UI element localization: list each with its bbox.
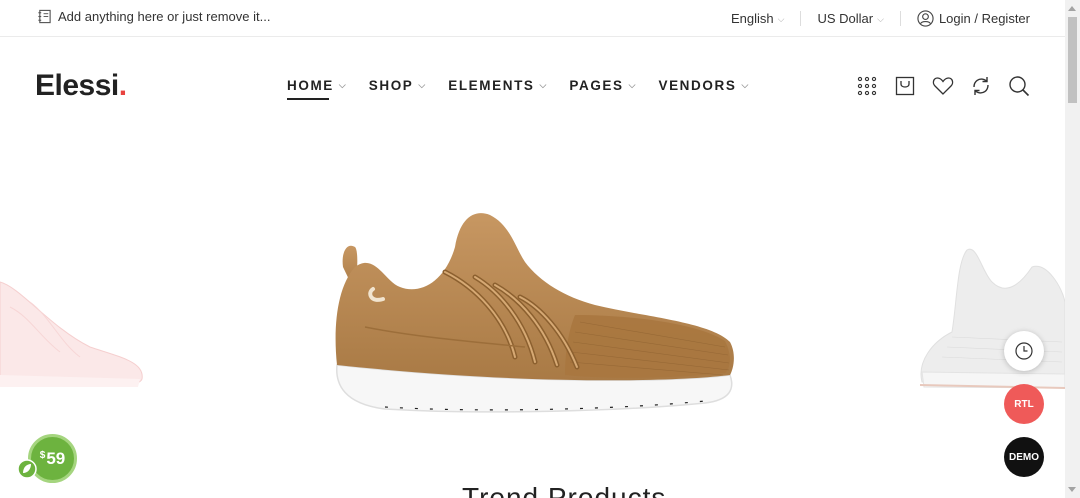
main-header: Elessi. HOME ⌵ SHOP ⌵ ELEMENTS ⌵ PAGES ⌵… (0, 37, 1065, 137)
notebook-icon (38, 9, 51, 24)
section-title: Trend Products (462, 482, 667, 498)
nav-label: SHOP (368, 78, 414, 93)
cart-icon[interactable] (894, 75, 916, 97)
nav-item-home[interactable]: HOME ⌵ (287, 78, 346, 100)
leaf-icon (17, 459, 37, 479)
product-image-left[interactable] (0, 257, 150, 397)
nav-item-pages[interactable]: PAGES ⌵ (569, 78, 635, 93)
demo-button[interactable]: DEMO (1004, 437, 1044, 477)
search-icon[interactable] (1008, 75, 1030, 97)
demo-label: DEMO (1009, 451, 1039, 463)
chevron-down-icon: ⌵ (539, 80, 547, 90)
product-image-main[interactable] (325, 207, 745, 417)
chevron-down-icon: ⌵ (418, 80, 426, 90)
promo-text: Add anything here or just remove it... (58, 9, 271, 24)
nav-label: ELEMENTS (448, 78, 535, 93)
compare-icon[interactable] (970, 75, 992, 97)
price-currency: $ (39, 450, 46, 461)
heart-icon[interactable] (932, 75, 954, 97)
nav-label: PAGES (569, 78, 624, 93)
language-select[interactable]: English ⌵ (731, 11, 784, 26)
chevron-down-icon: ⌵ (741, 80, 749, 90)
login-register-link[interactable]: Login / Register (917, 10, 1030, 27)
rtl-toggle-button[interactable]: RTL (1004, 384, 1044, 424)
main-nav: HOME ⌵ SHOP ⌵ ELEMENTS ⌵ PAGES ⌵ VENDORS… (287, 78, 771, 100)
chevron-down-icon: ⌵ (628, 80, 636, 90)
language-label: English (731, 11, 774, 26)
product-slider[interactable] (0, 137, 1065, 498)
currency-label: US Dollar (817, 11, 874, 26)
divider (899, 11, 901, 26)
logo-text: Elessi (35, 69, 119, 102)
grid-icon[interactable] (856, 75, 878, 97)
nav-label: HOME (287, 78, 334, 93)
rtl-label: RTL (1014, 398, 1034, 410)
divider (800, 11, 802, 26)
recently-viewed-button[interactable] (1004, 331, 1044, 371)
login-label: Login / Register (938, 11, 1030, 26)
clock-icon (1015, 342, 1033, 360)
page-scrollbar[interactable] (1065, 0, 1080, 498)
chevron-down-icon: ⌵ (338, 80, 346, 90)
chevron-down-icon: ⌵ (877, 14, 884, 24)
user-icon (917, 10, 934, 27)
top-bar: Add anything here or just remove it... E… (0, 0, 1065, 37)
price-value: 59 (46, 448, 66, 468)
chevron-down-icon: ⌵ (777, 14, 785, 24)
logo-dot: . (118, 69, 127, 102)
scroll-up-arrow-icon[interactable] (1068, 6, 1076, 11)
currency-select[interactable]: US Dollar ⌵ (817, 11, 883, 26)
product-image-right[interactable] (912, 242, 1065, 392)
nav-label: VENDORS (658, 78, 737, 93)
promo-message: Add anything here or just remove it... (37, 9, 270, 24)
scroll-down-arrow-icon[interactable] (1068, 487, 1076, 492)
nav-item-shop[interactable]: SHOP ⌵ (369, 78, 426, 93)
nav-item-vendors[interactable]: VENDORS ⌵ (658, 78, 748, 93)
nav-item-elements[interactable]: ELEMENTS ⌵ (448, 78, 546, 93)
site-logo[interactable]: Elessi. (35, 69, 127, 103)
header-icons (840, 75, 1030, 97)
scrollbar-thumb[interactable] (1068, 17, 1077, 103)
